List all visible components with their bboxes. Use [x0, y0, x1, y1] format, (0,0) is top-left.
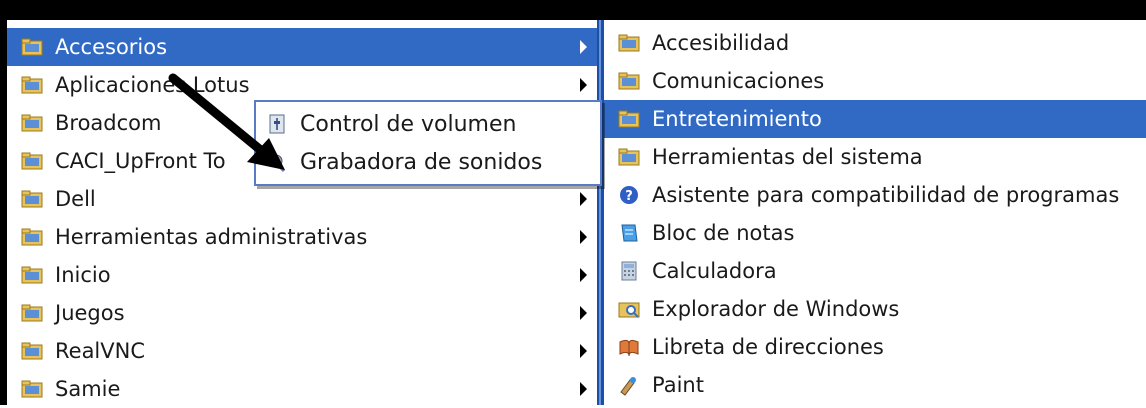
folder-icon [618, 108, 640, 130]
menu-item-label: Bloc de notas [652, 221, 795, 245]
folder-icon [21, 36, 43, 58]
menu-item-label: Dell [55, 187, 96, 211]
programs-menu: Accesorios Aplicaciones Lotus Broadcom C… [7, 20, 597, 405]
menu-item-label: Control de volumen [300, 111, 517, 137]
folder-icon [21, 188, 43, 210]
window-frame-top [0, 0, 1146, 20]
window-frame-left [0, 0, 7, 405]
menu-item-inicio[interactable]: Inicio [7, 256, 597, 294]
submenu-arrow-icon [580, 230, 587, 244]
menu-item-accesorios[interactable]: Accesorios [7, 28, 597, 66]
volume-control-icon [266, 113, 288, 135]
folder-icon [618, 32, 640, 54]
address-book-icon [618, 336, 640, 358]
notepad-icon [618, 222, 640, 244]
menu-item-label: Inicio [55, 263, 111, 287]
menu-separator [597, 20, 604, 405]
menu-item-label: Grabadora de sonidos [300, 149, 543, 175]
menu-item-label: RealVNC [55, 339, 146, 363]
explorer-icon [618, 298, 640, 320]
menu-item-label: Paint [652, 373, 704, 397]
menu-item-grabadora-de-sonidos[interactable]: Grabadora de sonidos [256, 144, 600, 180]
submenu-arrow-icon [580, 344, 587, 358]
menu-item-label: Entretenimiento [652, 107, 822, 131]
menu-item-label: Aplicaciones Lotus [55, 73, 250, 97]
menu-item-label: Accesibilidad [652, 31, 790, 55]
folder-icon [21, 226, 43, 248]
menu-item-asistente-compatibilidad[interactable]: ? Asistente para compatibilidad de progr… [604, 176, 1146, 214]
folder-icon [21, 150, 43, 172]
menu-item-comunicaciones[interactable]: Comunicaciones [604, 62, 1146, 100]
accesorios-menu: Accesibilidad Comunicaciones Entretenimi… [604, 20, 1146, 405]
entretenimiento-flyout: Control de volumen Grabadora de sonidos [254, 100, 602, 186]
menu-item-accesibilidad[interactable]: Accesibilidad [604, 24, 1146, 62]
sound-recorder-icon [266, 151, 288, 173]
menu-item-label: Comunicaciones [652, 69, 825, 93]
menu-item-paint[interactable]: Paint [604, 366, 1146, 404]
menu-item-label: Libreta de direcciones [652, 335, 884, 359]
menu-item-calculadora[interactable]: Calculadora [604, 252, 1146, 290]
menu-item-label: Explorador de Windows [652, 297, 900, 321]
folder-icon [21, 378, 43, 400]
menu-item-bloc-de-notas[interactable]: Bloc de notas [604, 214, 1146, 252]
submenu-arrow-icon [580, 268, 587, 282]
folder-icon [21, 340, 43, 362]
menu-item-herramientas-administrativas[interactable]: Herramientas administrativas [7, 218, 597, 256]
folder-icon [618, 70, 640, 92]
folder-icon [618, 146, 640, 168]
menu-item-realvnc[interactable]: RealVNC [7, 332, 597, 370]
menu-item-explorador-de-windows[interactable]: Explorador de Windows [604, 290, 1146, 328]
menu-item-label: CACI_UpFront To [55, 149, 226, 173]
svg-text:?: ? [625, 189, 633, 204]
menu-item-aplicaciones-lotus[interactable]: Aplicaciones Lotus [7, 66, 597, 104]
submenu-arrow-icon [580, 78, 587, 92]
folder-icon [21, 74, 43, 96]
folder-icon [21, 302, 43, 324]
folder-icon [21, 264, 43, 286]
menu-item-label: Accesorios [55, 35, 168, 59]
menu-item-libreta-de-direcciones[interactable]: Libreta de direcciones [604, 328, 1146, 366]
submenu-arrow-icon [580, 192, 587, 206]
menu-item-samie[interactable]: Samie [7, 370, 597, 408]
menu-item-label: Herramientas del sistema [652, 145, 923, 169]
menu-item-herramientas-del-sistema[interactable]: Herramientas del sistema [604, 138, 1146, 176]
menu-item-label: Juegos [55, 301, 125, 325]
paint-icon [618, 374, 640, 396]
submenu-arrow-icon [580, 40, 587, 54]
menu-item-control-de-volumen[interactable]: Control de volumen [256, 106, 600, 142]
submenu-arrow-icon [580, 382, 587, 396]
menu-item-entretenimiento[interactable]: Entretenimiento [604, 100, 1146, 138]
menu-item-label: Calculadora [652, 259, 777, 283]
menu-item-label: Asistente para compatibilidad de program… [652, 183, 1120, 207]
menu-item-juegos[interactable]: Juegos [7, 294, 597, 332]
help-icon: ? [618, 184, 640, 206]
folder-icon [21, 112, 43, 134]
menu-item-label: Samie [55, 377, 121, 401]
menu-item-label: Herramientas administrativas [55, 225, 368, 249]
menu-item-label: Broadcom [55, 111, 162, 135]
submenu-arrow-icon [580, 306, 587, 320]
calculator-icon [618, 260, 640, 282]
